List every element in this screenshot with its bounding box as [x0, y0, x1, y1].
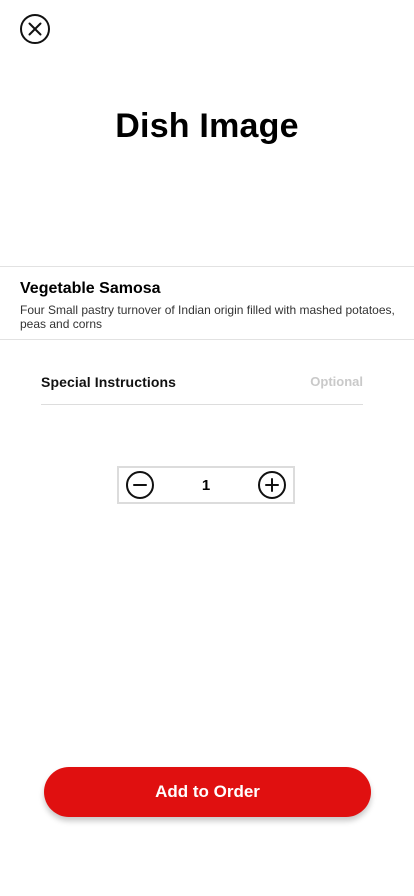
dish-image: Dish Image [0, 60, 414, 266]
plus-circle-icon [258, 471, 286, 499]
optional-hint: Optional [310, 374, 363, 389]
add-to-order-button[interactable]: Add to Order [44, 767, 371, 817]
dish-image-placeholder-text: Dish Image [115, 107, 299, 145]
dish-description: Four Small pastry turnover of Indian ori… [20, 303, 395, 331]
divider [0, 339, 414, 340]
quantity-stepper: 1 [117, 466, 295, 504]
decrement-button[interactable] [125, 470, 155, 500]
divider [0, 266, 414, 267]
minus-circle-icon [126, 471, 154, 499]
dish-info: Vegetable Samosa Four Small pastry turno… [20, 280, 400, 331]
dish-name: Vegetable Samosa [20, 280, 161, 297]
special-instructions-field[interactable]: Special Instructions Optional [41, 374, 363, 405]
dish-detail-screen: Dish Image Vegetable Samosa Four Small p… [0, 0, 414, 896]
close-circle-icon [20, 14, 50, 44]
close-button[interactable] [19, 13, 51, 45]
increment-button[interactable] [257, 470, 287, 500]
quantity-value: 1 [201, 476, 211, 494]
special-instructions-label: Special Instructions [41, 374, 177, 390]
